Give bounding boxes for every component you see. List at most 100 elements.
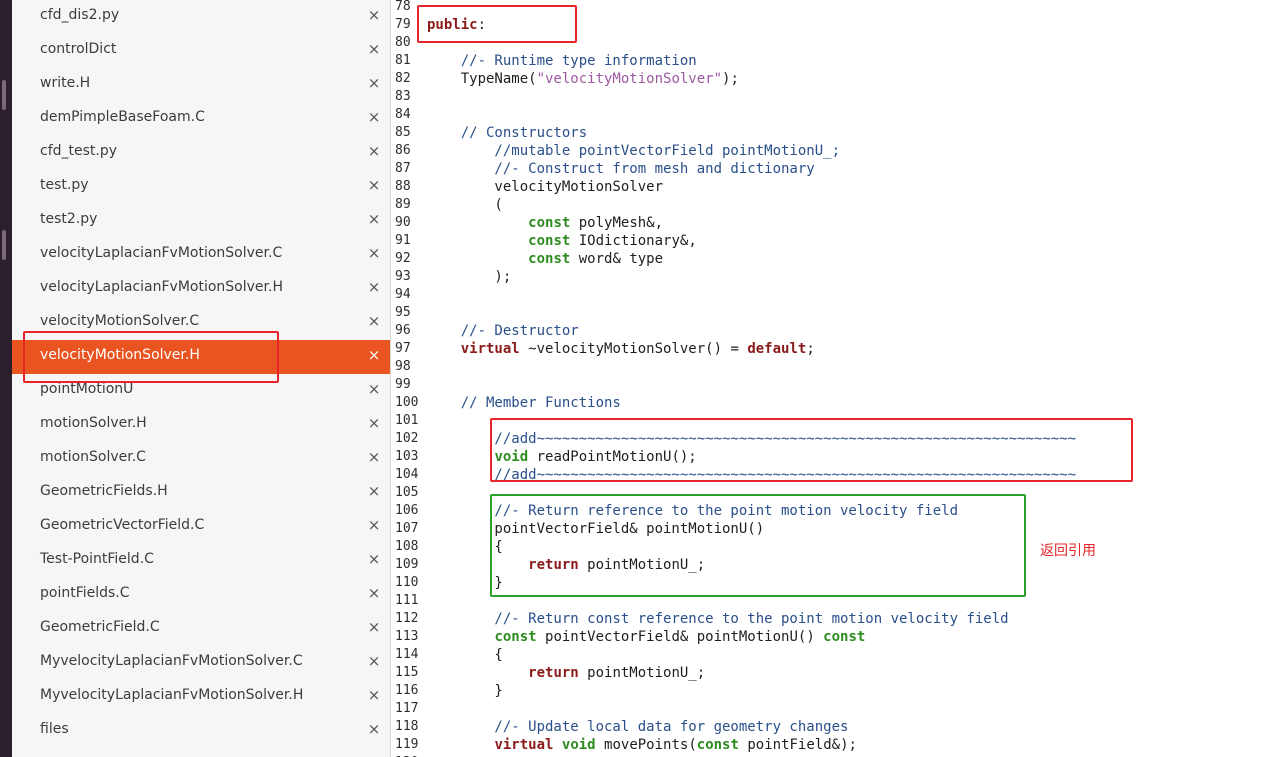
close-icon[interactable]: × — [366, 380, 382, 398]
code-token: //- Destructor — [427, 323, 579, 339]
line-number: 119 — [395, 737, 419, 752]
code-token: pointField&); — [738, 737, 857, 753]
line-number: 115 — [395, 665, 419, 680]
file-tab-item[interactable]: motionSolver.H × — [12, 408, 390, 442]
close-icon[interactable]: × — [366, 176, 382, 194]
line-number: 103 — [395, 449, 419, 464]
line-number: 104 — [395, 467, 419, 482]
line-number: 109 — [395, 557, 419, 572]
file-tab-item[interactable]: MyvelocityLaplacianFvMotionSolver.H × — [12, 680, 390, 714]
code-token: ; — [806, 341, 815, 357]
code-line: 85 // Constructors — [391, 124, 1279, 142]
file-tab-label: velocityLaplacianFvMotionSolver.H — [40, 279, 283, 295]
code-line: 86 //mutable pointVectorField pointMotio… — [391, 142, 1279, 160]
code-text: const polyMesh&, — [427, 214, 663, 232]
file-tab-item[interactable]: controlDict × — [12, 34, 390, 68]
close-icon[interactable]: × — [366, 108, 382, 126]
close-icon[interactable]: × — [366, 210, 382, 228]
close-icon[interactable]: × — [366, 142, 382, 160]
code-text: //- Runtime type information — [427, 52, 697, 70]
close-icon[interactable]: × — [366, 516, 382, 534]
code-token: void — [561, 737, 596, 753]
code-text: //- Construct from mesh and dictionary — [427, 160, 814, 178]
file-tab-item[interactable]: demPimpleBaseFoam.C × — [12, 102, 390, 136]
code-text: const pointVectorField& pointMotionU() c… — [427, 628, 865, 646]
file-tab-item[interactable]: cfd_test.py × — [12, 136, 390, 170]
file-tab-label: controlDict — [40, 41, 117, 57]
close-icon[interactable]: × — [366, 618, 382, 636]
line-number: 83 — [395, 89, 411, 104]
file-tab-label: MyvelocityLaplacianFvMotionSolver.H — [40, 687, 304, 703]
file-tab-item[interactable]: GeometricField.C × — [12, 612, 390, 646]
line-number: 87 — [395, 161, 411, 176]
code-token: ~velocityMotionSolver() = — [519, 341, 748, 357]
line-number: 118 — [395, 719, 419, 734]
file-tab-item[interactable]: pointFields.C × — [12, 578, 390, 612]
code-token: const — [528, 233, 571, 249]
line-number: 105 — [395, 485, 419, 500]
close-icon[interactable]: × — [366, 312, 382, 330]
line-number: 99 — [395, 377, 411, 392]
close-icon[interactable]: × — [366, 720, 382, 738]
file-tab-label: demPimpleBaseFoam.C — [40, 109, 205, 125]
code-line: 116 } — [391, 682, 1279, 700]
file-tab-label: motionSolver.C — [40, 449, 146, 465]
close-icon[interactable]: × — [366, 584, 382, 602]
file-tab-item[interactable]: test.py × — [12, 170, 390, 204]
code-text: ); — [427, 268, 511, 286]
file-tab-label: test2.py — [40, 211, 98, 227]
code-line: 114 { — [391, 646, 1279, 664]
file-tab-item[interactable]: test2.py × — [12, 204, 390, 238]
close-icon[interactable]: × — [366, 448, 382, 466]
code-text: //- Return const reference to the point … — [427, 610, 1008, 628]
file-tab-item[interactable]: GeometricVectorField.C × — [12, 510, 390, 544]
file-tab-item[interactable]: MyvelocityLaplacianFvMotionSolver.C × — [12, 646, 390, 680]
code-text: virtual void movePoints(const pointField… — [427, 736, 857, 754]
code-line: 93 ); — [391, 268, 1279, 286]
close-icon[interactable]: × — [366, 6, 382, 24]
file-tab-item[interactable]: GeometricFields.H × — [12, 476, 390, 510]
file-tab-item[interactable]: Test-PointField.C × — [12, 544, 390, 578]
code-line: 98 — [391, 358, 1279, 376]
code-token: ( — [427, 197, 503, 213]
line-number: 89 — [395, 197, 411, 212]
file-tab-item[interactable]: files × — [12, 714, 390, 748]
close-icon[interactable]: × — [366, 550, 382, 568]
line-number: 100 — [395, 395, 419, 410]
close-icon[interactable]: × — [366, 40, 382, 58]
close-icon[interactable]: × — [366, 278, 382, 296]
file-tab-item[interactable]: cfd_dis2.py × — [12, 0, 390, 34]
line-number: 86 — [395, 143, 411, 158]
close-icon[interactable]: × — [366, 652, 382, 670]
dock-indicator — [2, 230, 6, 260]
file-tab-label: GeometricVectorField.C — [40, 517, 205, 533]
close-icon[interactable]: × — [366, 686, 382, 704]
close-icon[interactable]: × — [366, 414, 382, 432]
code-token: IOdictionary&, — [570, 233, 697, 249]
close-icon[interactable]: × — [366, 244, 382, 262]
code-text: const IOdictionary&, — [427, 232, 697, 250]
code-line: 119 virtual void movePoints(const pointF… — [391, 736, 1279, 754]
file-tab-item[interactable]: velocityLaplacianFvMotionSolver.C × — [12, 238, 390, 272]
code-text: // Member Functions — [427, 394, 621, 412]
line-number: 101 — [395, 413, 419, 428]
code-line: 117 — [391, 700, 1279, 718]
close-icon[interactable]: × — [366, 482, 382, 500]
file-tab-item[interactable]: velocityLaplacianFvMotionSolver.H × — [12, 272, 390, 306]
code-line: 100 // Member Functions — [391, 394, 1279, 412]
code-token: virtual — [494, 737, 554, 753]
close-icon[interactable]: × — [366, 74, 382, 92]
code-editor[interactable]: 78 79 public: 80 81 //- Runtime type informa… — [391, 0, 1279, 757]
code-token: //- Update local data for geometry chang… — [427, 719, 849, 735]
file-tab-item[interactable]: motionSolver.C × — [12, 442, 390, 476]
code-line: 118 //- Update local data for geometry c… — [391, 718, 1279, 736]
code-line: 112 //- Return const reference to the po… — [391, 610, 1279, 628]
annotation-box-add-block — [490, 418, 1133, 482]
file-tab-item[interactable]: write.H × — [12, 68, 390, 102]
code-token: ); — [427, 269, 512, 285]
code-token: const — [494, 629, 537, 645]
line-number: 110 — [395, 575, 419, 590]
code-line: 84 — [391, 106, 1279, 124]
close-icon[interactable]: × — [366, 346, 382, 364]
